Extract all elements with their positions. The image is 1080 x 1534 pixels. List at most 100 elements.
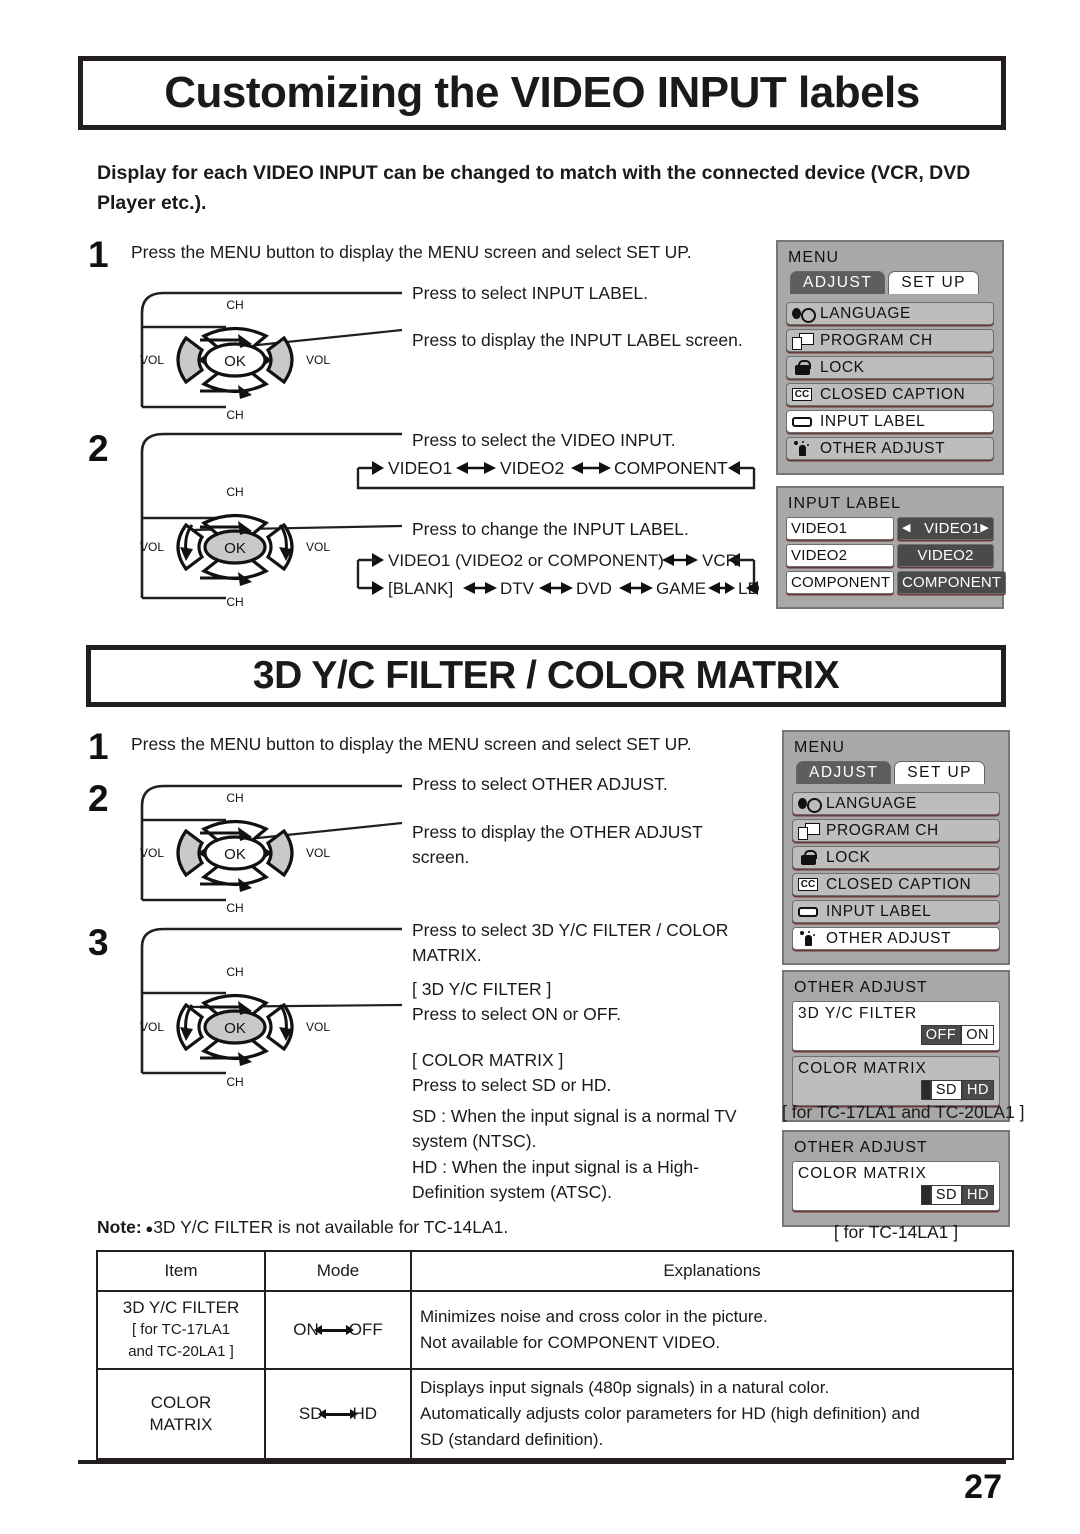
- matrix-spacer: [920, 1080, 931, 1100]
- svg-text:VOL: VOL: [140, 540, 164, 554]
- language-icon: [797, 796, 822, 813]
- osd-menu-title: MENU: [788, 249, 840, 266]
- svg-text:VOL: VOL: [140, 1020, 164, 1034]
- right-arrow-icon[interactable]: ▶: [980, 523, 989, 534]
- filter-option-off[interactable]: OFF: [920, 1025, 962, 1045]
- filter-label: 3D Y/C FILTER: [798, 1005, 918, 1022]
- header-item: Item: [96, 1250, 266, 1292]
- lock-icon: [791, 360, 813, 375]
- osd-menu-panel-1: MENU ADJUST SET UP LANGUAGE PROGRAM CH L…: [776, 240, 1004, 475]
- osd-other-adjust-title: OTHER ADJUST: [794, 979, 928, 996]
- menu-item-label: LOCK: [826, 848, 871, 866]
- menu-item-input-label[interactable]: INPUT LABEL: [792, 900, 1000, 923]
- menu-item-program-ch[interactable]: PROGRAM CH: [786, 329, 994, 352]
- input-row-value: VIDEO2: [917, 547, 974, 564]
- remote-dpad-step2-2: CH CH VOL VOL OK: [140, 791, 330, 915]
- matrix-toggle[interactable]: SD HD: [798, 1080, 994, 1100]
- tab-adjust[interactable]: ADJUST: [790, 271, 886, 294]
- tab-adjust[interactable]: ADJUST: [796, 761, 892, 784]
- input-label-row-component[interactable]: COMPONENT COMPONENT: [786, 571, 1007, 594]
- closed-caption-icon: CC: [791, 387, 813, 402]
- matrix-option-hd[interactable]: HD: [962, 1080, 994, 1100]
- svg-text:VOL: VOL: [306, 1020, 330, 1034]
- matrix-toggle[interactable]: SD HD: [798, 1185, 994, 1205]
- note-text: 3D Y/C FILTER is not available for TC-14…: [153, 1217, 509, 1237]
- callout-filter-body: Press to select ON or OFF.: [412, 1004, 622, 1024]
- menu-item-closed-caption[interactable]: CC CLOSED CAPTION: [786, 383, 994, 406]
- callout-matrix-head: [ COLOR MATRIX ]: [412, 1050, 564, 1070]
- mode-right: OFF: [348, 1320, 383, 1339]
- flow-item-video1-group: VIDEO1 (VIDEO2 or COMPONENT): [388, 551, 664, 570]
- menu-item-label: INPUT LABEL: [826, 902, 932, 920]
- dpad-vol-left-label: VOL: [140, 353, 164, 367]
- row-item-sub1: MATRIX: [149, 1415, 213, 1434]
- matrix-option-sd[interactable]: SD: [930, 1185, 963, 1205]
- flow-item-blank: [BLANK]: [388, 579, 453, 598]
- row-mode-matrix: SD HD: [264, 1368, 412, 1460]
- explanation-line: SD (standard definition).: [420, 1430, 604, 1449]
- input-row-value-selected[interactable]: ◀ VIDEO1 ▶: [897, 517, 994, 540]
- menu-item-language[interactable]: LANGUAGE: [792, 792, 1000, 815]
- callout-display-other-adjust: Press to display the OTHER ADJUST screen…: [412, 822, 703, 867]
- row-item-title: 3D Y/C FILTER: [122, 1298, 240, 1317]
- input-row-value-box[interactable]: COMPONENT: [897, 571, 1007, 594]
- menu-item-label: LANGUAGE: [826, 794, 917, 812]
- svg-text:CH: CH: [226, 791, 243, 805]
- matrix-setting-box[interactable]: COLOR MATRIX SD HD: [792, 1056, 1000, 1106]
- flow-item-game: GAME: [656, 579, 706, 598]
- remote-dpad-step3: CH CH VOL VOL OK: [140, 965, 330, 1089]
- filter-toggle[interactable]: OFF ON: [798, 1025, 994, 1045]
- double-arrow-icon: [313, 1324, 354, 1335]
- menu-item-lock[interactable]: LOCK: [792, 846, 1000, 869]
- caption-other-adjust-2: [ for TC-14LA1 ]: [833, 1222, 959, 1242]
- other-adjust-icon: [797, 931, 819, 946]
- section1-title: Customizing the VIDEO INPUT labels: [164, 68, 920, 117]
- menu-item-input-label[interactable]: INPUT LABEL: [786, 410, 994, 433]
- osd-other-adjust-panel-2: OTHER ADJUST COLOR MATRIX SD HD: [782, 1130, 1010, 1227]
- matrix-option-hd[interactable]: HD: [962, 1185, 994, 1205]
- svg-text:CH: CH: [226, 595, 243, 609]
- menu-item-lock[interactable]: LOCK: [786, 356, 994, 379]
- menu-item-label: LANGUAGE: [820, 304, 911, 322]
- menu-item-other-adjust[interactable]: OTHER ADJUST: [792, 927, 1000, 950]
- program-ch-icon: [791, 333, 814, 350]
- input-label-row-video2[interactable]: VIDEO2 VIDEO2: [786, 544, 994, 567]
- tab-setup[interactable]: SET UP: [888, 271, 979, 294]
- menu-item-closed-caption[interactable]: CC CLOSED CAPTION: [792, 873, 1000, 896]
- row-explanation-matrix: Displays input signals (480p signals) in…: [410, 1368, 1014, 1460]
- flow-item-dtv: DTV: [500, 579, 535, 598]
- matrix-option-sd[interactable]: SD: [930, 1080, 963, 1100]
- mode-toggle-display: SD HD: [299, 1404, 377, 1424]
- menu-item-label: OTHER ADJUST: [820, 439, 946, 457]
- input-label-icon: [791, 414, 813, 429]
- menu-item-other-adjust[interactable]: OTHER ADJUST: [786, 437, 994, 460]
- menu-item-label: CLOSED CAPTION: [820, 385, 966, 403]
- row-item-sub1: [ for TC-17LA1: [131, 1321, 231, 1338]
- filter-setting-box[interactable]: 3D Y/C FILTER OFF ON: [792, 1001, 1000, 1051]
- input-label-row-video1[interactable]: VIDEO1 ◀ VIDEO1 ▶: [786, 517, 994, 540]
- osd-menu-tabs: ADJUST SET UP: [790, 271, 994, 294]
- menu-item-label: PROGRAM CH: [820, 331, 933, 349]
- dpad-vol-right-label: VOL: [306, 353, 330, 367]
- matrix-label: COLOR MATRIX: [798, 1060, 927, 1077]
- input-label-icon: [797, 904, 819, 919]
- input-row-value: COMPONENT: [902, 574, 1002, 591]
- filter-option-on[interactable]: ON: [961, 1025, 994, 1045]
- caption-other-adjust-1: [ for TC-17LA1 and TC-20LA1 ]: [782, 1102, 1025, 1122]
- matrix-setting-box[interactable]: COLOR MATRIX SD HD: [792, 1161, 1000, 1211]
- svg-text:VOL: VOL: [140, 846, 164, 860]
- flow-item-component: COMPONENT: [614, 458, 728, 478]
- osd-input-label-panel: INPUT LABEL VIDEO1 ◀ VIDEO1 ▶ VIDEO2 VID…: [776, 486, 1007, 609]
- menu-item-program-ch[interactable]: PROGRAM CH: [792, 819, 1000, 842]
- tab-setup[interactable]: SET UP: [894, 761, 985, 784]
- section2-title: 3D Y/C FILTER / COLOR MATRIX: [252, 654, 840, 697]
- row-mode-filter: ON OFF: [264, 1290, 412, 1370]
- menu-item-label: INPUT LABEL: [820, 412, 926, 430]
- input-row-value-box[interactable]: VIDEO2: [897, 544, 994, 567]
- step-number-2-3: 3: [88, 922, 109, 963]
- dpad-ch-top-label: CH: [226, 298, 243, 312]
- menu-item-language[interactable]: LANGUAGE: [786, 302, 994, 325]
- table-row: COLOR MATRIX SD HD Displays input signal…: [96, 1368, 1014, 1460]
- left-arrow-icon[interactable]: ◀: [902, 523, 911, 534]
- input-row-name: COMPONENT: [786, 571, 894, 594]
